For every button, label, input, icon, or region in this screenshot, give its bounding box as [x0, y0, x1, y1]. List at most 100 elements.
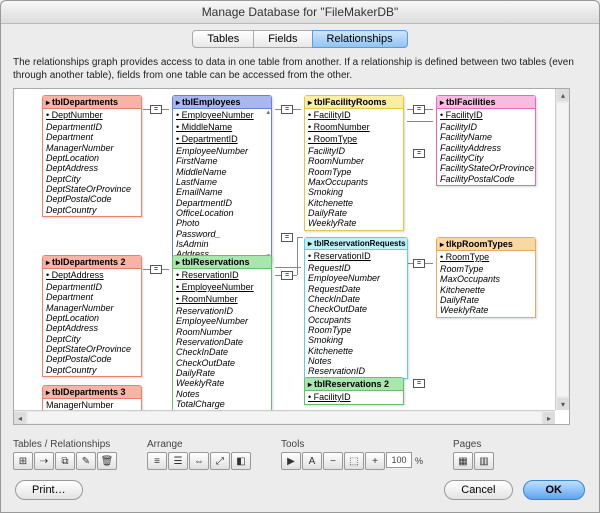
table-tblDepartments[interactable]: tblDepartments • DeptNumber DepartmentID… — [42, 95, 142, 217]
table-fields: FacilityIDFacilityNameFacilityAddressFac… — [437, 121, 535, 185]
join-icon[interactable]: = — [281, 271, 293, 280]
toolgroup-label: Tools — [281, 439, 423, 450]
table-tblReservations[interactable]: tblReservations • ReservationID • Employ… — [172, 255, 272, 411]
table-title: tblReservations — [173, 256, 271, 269]
table-key: • DeptNumber — [43, 109, 141, 121]
table-title: tblDepartments 2 — [43, 256, 141, 269]
table-key: • RoomNumber — [173, 293, 271, 305]
resize-button[interactable]: ⤢ — [210, 452, 230, 470]
table-tblEmployees[interactable]: tblEmployees • EmployeeNumber • MiddleNa… — [172, 95, 272, 262]
rel-line — [297, 237, 303, 238]
table-tlkpRoomTypes[interactable]: tlkpRoomTypes • RoomType RoomTypeMaxOccu… — [436, 237, 536, 318]
join-icon[interactable]: = — [150, 265, 162, 274]
join-icon[interactable]: = — [413, 105, 425, 114]
zoom-value[interactable]: 100 — [386, 452, 412, 468]
scroll-down-icon[interactable]: ▾ — [557, 398, 569, 410]
scroll-up-icon[interactable]: ▴ — [557, 89, 569, 101]
toolgroup-label: Tables / Relationships — [13, 439, 117, 450]
manage-database-window: Manage Database for "FileMakerDB" Tables… — [0, 0, 600, 513]
scroll-track[interactable] — [28, 412, 541, 423]
table-key: • DeptAddress — [43, 269, 141, 281]
table-key: • ReservationID — [305, 250, 407, 262]
table-key: • FacilityID — [305, 109, 403, 121]
table-tblFacilities[interactable]: tblFacilities • FacilityID FacilityIDFac… — [436, 95, 536, 186]
tab-fields[interactable]: Fields — [253, 30, 312, 48]
vertical-scrollbar[interactable]: ▴ ▾ — [555, 89, 569, 410]
toolgroup-label: Pages — [453, 439, 494, 450]
toolgroup-tables: Tables / Relationships ⊞ ⇢ ⧉ ✎ 🗑 — [13, 439, 117, 470]
cancel-button[interactable]: Cancel — [444, 480, 512, 500]
edit-button[interactable]: ✎ — [76, 452, 96, 470]
table-fields: RoomTypeMaxOccupantsKitchenetteDailyRate… — [437, 263, 535, 317]
table-key: • RoomType — [437, 251, 535, 263]
table-fields: DepartmentIDDepartmentManagerNumberDeptL… — [43, 281, 141, 376]
toolbar: Tables / Relationships ⊞ ⇢ ⧉ ✎ 🗑 Arrange… — [13, 439, 587, 470]
table-key: • RoomNumber — [305, 121, 403, 133]
content-area: The relationships graph provides access … — [13, 56, 587, 425]
relationships-canvas[interactable]: = = = = = = = = = tblDepartments • DeptN… — [13, 88, 570, 425]
table-key: • RoomType — [305, 133, 403, 145]
link-tables-button[interactable]: ⇢ — [34, 452, 54, 470]
print-button[interactable]: Print… — [15, 480, 83, 500]
table-title: tblFacilityRooms — [305, 96, 403, 109]
scroll-track[interactable] — [557, 103, 568, 396]
table-tblReservationRequests[interactable]: tblReservationRequests • ReservationID R… — [304, 237, 408, 379]
delete-button[interactable]: 🗑 — [97, 452, 117, 470]
table-key: • FacilityID — [437, 109, 535, 121]
scroll-up-icon[interactable]: ▴ — [266, 108, 270, 116]
tab-bar: Tables Fields Relationships — [1, 30, 599, 48]
table-key: • DepartmentID — [173, 133, 271, 145]
table-key: • FacilityID — [305, 391, 403, 403]
rel-line — [407, 121, 433, 122]
table-fields: EmployeeNumberFirstNameMiddleNameLastNam… — [173, 145, 271, 261]
join-icon[interactable]: = — [150, 105, 162, 114]
table-title: tblDepartments 3 — [43, 386, 141, 399]
description-text: The relationships graph provides access … — [13, 56, 587, 82]
table-title: tblReservations 2 — [305, 378, 403, 391]
table-tblReservations2[interactable]: tblReservations 2 • FacilityID — [304, 377, 404, 405]
join-icon[interactable]: = — [413, 379, 425, 388]
rel-line — [297, 237, 298, 275]
zoom-unit: % — [415, 456, 423, 466]
table-fields: ReservationIDEmployeeNumberRoomNumberRes… — [173, 305, 271, 410]
table-key: • EmployeeNumber — [173, 109, 271, 121]
toolgroup-tools: Tools ▶ A − ⬚ + 100 % — [281, 439, 423, 470]
horizontal-scrollbar[interactable]: ◂ ▸ — [14, 410, 555, 424]
toolgroup-arrange: Arrange ≡ ☰ ⇔ ⤢ ◧ — [147, 439, 251, 470]
join-icon[interactable]: = — [281, 233, 293, 242]
table-fields: FacilityIDRoomNumberRoomTypeMaxOccupants… — [305, 145, 403, 230]
table-tblDepartments2[interactable]: tblDepartments 2 • DeptAddress Departmen… — [42, 255, 142, 377]
join-icon[interactable]: = — [413, 149, 425, 158]
ok-button[interactable]: OK — [523, 480, 586, 500]
color-button[interactable]: ◧ — [231, 452, 251, 470]
zoom-in-button[interactable]: + — [365, 452, 385, 470]
align-left-button[interactable]: ≡ — [147, 452, 167, 470]
page-breaks-button[interactable]: ▦ — [453, 452, 473, 470]
table-title: tblEmployees — [173, 96, 271, 109]
toolgroup-pages: Pages ▦ ▥ — [453, 439, 494, 470]
align-vert-button[interactable]: ☰ — [168, 452, 188, 470]
table-fields: RequestIDEmployeeNumberRequestDateCheckI… — [305, 262, 407, 378]
note-tool-button[interactable]: A — [302, 452, 322, 470]
table-title: tblFacilities — [437, 96, 535, 109]
pointer-tool-button[interactable]: ▶ — [281, 452, 301, 470]
table-key: • EmployeeNumber — [173, 281, 271, 293]
tab-relationships[interactable]: Relationships — [312, 30, 408, 48]
table-tblFacilityRooms[interactable]: tblFacilityRooms • FacilityID • RoomNumb… — [304, 95, 404, 231]
table-key: • MiddleName — [173, 121, 271, 133]
dialog-footer: Print… Cancel OK — [1, 470, 599, 512]
scroll-right-icon[interactable]: ▸ — [543, 412, 555, 424]
join-icon[interactable]: = — [281, 105, 293, 114]
toolgroup-label: Arrange — [147, 439, 251, 450]
scroll-left-icon[interactable]: ◂ — [14, 412, 26, 424]
page-setup-button[interactable]: ▥ — [474, 452, 494, 470]
table-key: • ReservationID — [173, 269, 271, 281]
tab-tables[interactable]: Tables — [192, 30, 254, 48]
zoom-out-button[interactable]: − — [323, 452, 343, 470]
duplicate-button[interactable]: ⧉ — [55, 452, 75, 470]
zoom-fit-button[interactable]: ⬚ — [344, 452, 364, 470]
add-table-button[interactable]: ⊞ — [13, 452, 33, 470]
join-icon[interactable]: = — [413, 259, 425, 268]
distribute-button[interactable]: ⇔ — [189, 452, 209, 470]
window-title: Manage Database for "FileMakerDB" — [1, 1, 599, 24]
